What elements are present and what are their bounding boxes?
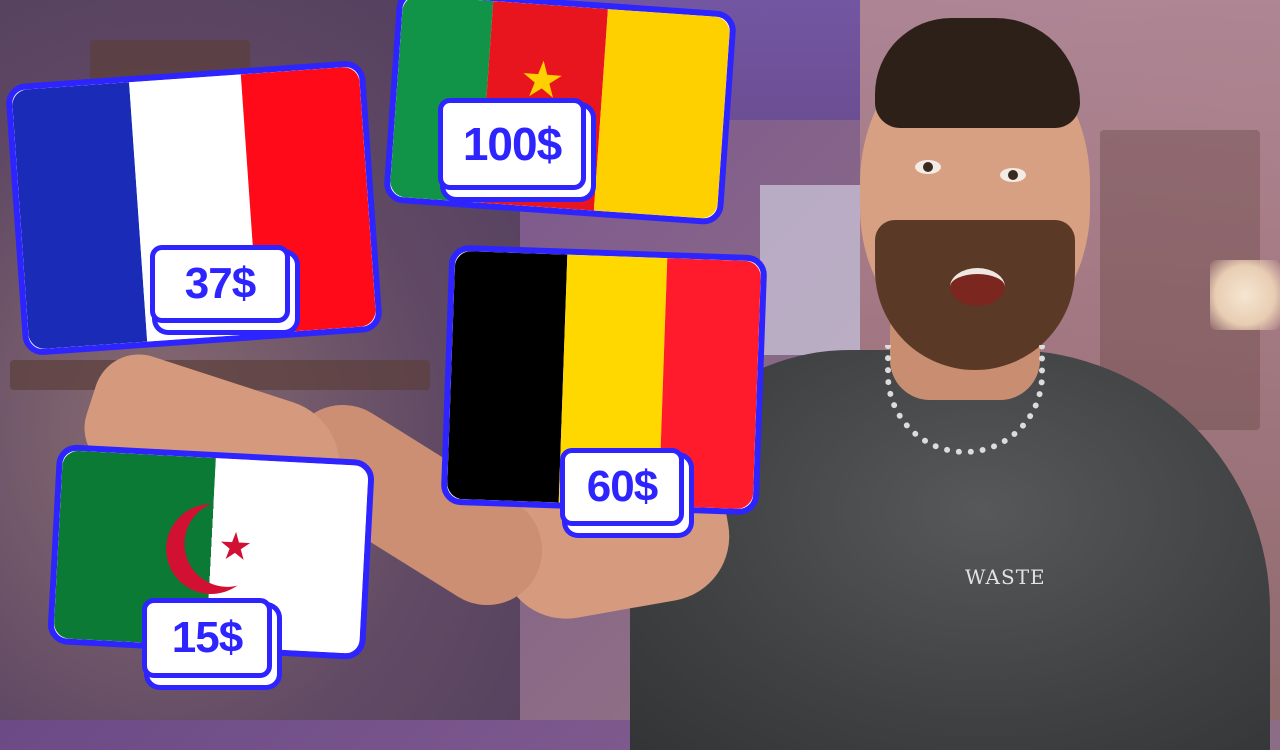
price-tag-france: 37$ [150, 245, 290, 323]
hair [875, 18, 1080, 128]
shirt-logo: WASTE [965, 565, 1046, 589]
eye-right [1000, 168, 1026, 182]
algeria-star-icon: ★ [217, 523, 254, 570]
price-tag-algeria: 15$ [142, 598, 272, 678]
open-mouth [950, 268, 1005, 306]
price-tag-cameroon: 100$ [438, 98, 586, 190]
price-tag-belgium: 60$ [560, 448, 684, 526]
eye-left [915, 160, 941, 174]
